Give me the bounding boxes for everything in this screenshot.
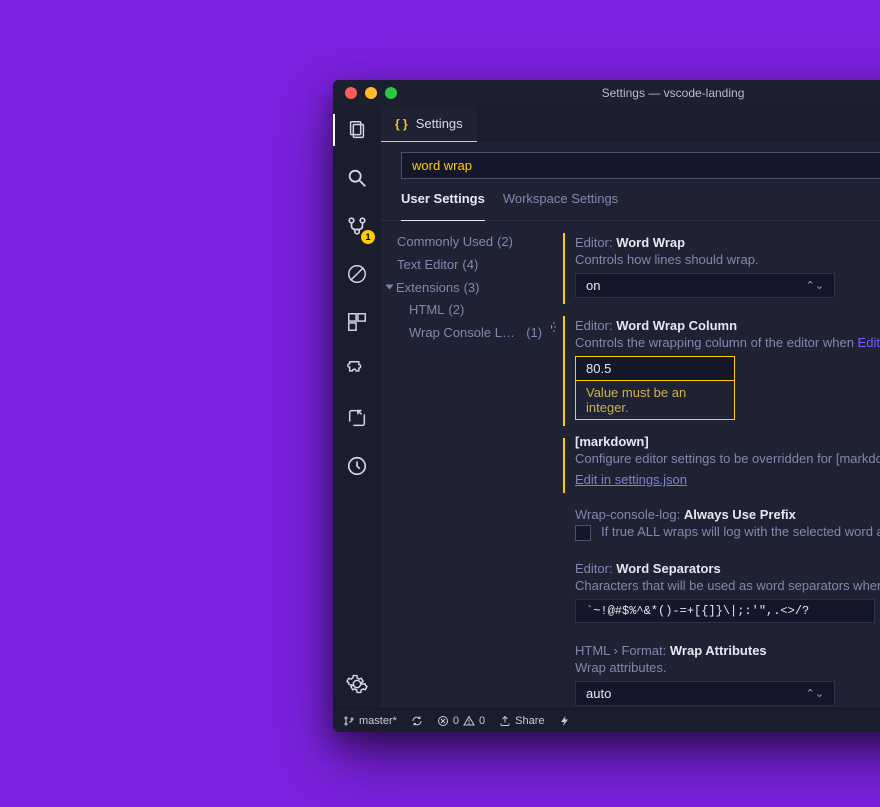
chevron-updown-icon: ⌃⌄ — [806, 279, 824, 292]
toc-item[interactable]: HTML(2) — [397, 299, 543, 322]
source-control-icon[interactable]: 1 — [343, 212, 371, 240]
setting-editor-word-wrap-column: Editor: Word Wrap Column Controls the wr… — [557, 310, 880, 432]
settings-editor: User Settings Workspace Settings Commonl… — [381, 142, 880, 708]
validation-message: Value must be an integer. — [575, 381, 735, 420]
scope-tabs: User Settings Workspace Settings — [381, 179, 880, 221]
minimize-window-button[interactable] — [365, 87, 377, 99]
word-wrap-select[interactable]: on ⌃⌄ — [575, 273, 835, 298]
toc-item[interactable]: Wrap Console L… (1) — [397, 322, 543, 345]
maximize-window-button[interactable] — [385, 87, 397, 99]
word-separators-input[interactable]: `~!@#$%^&*()-=+[{]}\|;:'",.<>/? — [575, 599, 875, 623]
tab-settings[interactable]: { } Settings — [381, 106, 477, 142]
status-bolt-icon[interactable] — [559, 715, 571, 727]
settings-toc: Commonly Used(2) Text Editor(4) Extensio… — [381, 221, 551, 708]
tab-label: Settings — [416, 116, 463, 131]
settings-split: Commonly Used(2) Text Editor(4) Extensio… — [381, 221, 880, 708]
live-share-icon[interactable] — [343, 404, 371, 432]
clock-icon[interactable] — [343, 452, 371, 480]
edit-in-settings-json-link[interactable]: Edit in settings.json — [575, 472, 687, 487]
scm-badge: 1 — [361, 230, 375, 244]
chevron-updown-icon: ⌃⌄ — [806, 687, 824, 700]
scope-workspace-tab[interactable]: Workspace Settings — [503, 191, 618, 212]
main-area: 1 { } — [333, 106, 880, 708]
puzzle-icon[interactable] — [343, 356, 371, 384]
word-wrap-column-input[interactable]: 80.5 — [575, 356, 735, 381]
debug-icon[interactable] — [343, 260, 371, 288]
chevron-down-icon — [386, 284, 394, 289]
wrap-attributes-select[interactable]: auto ⌃⌄ — [575, 681, 835, 706]
setting-editor-word-wrap: Editor: Word Wrap Controls how lines sho… — [557, 227, 880, 310]
braces-icon: { } — [395, 117, 408, 131]
toc-item[interactable]: Text Editor(4) — [397, 254, 543, 277]
settings-list[interactable]: Editor: Word Wrap Controls how lines sho… — [551, 221, 880, 708]
setting-html-format-wrap-attributes: HTML › Format: Wrap Attributes Wrap attr… — [557, 635, 880, 708]
search-icon[interactable] — [343, 164, 371, 192]
explorer-icon[interactable] — [343, 116, 371, 144]
tab-bar: { } Settings — [381, 106, 880, 142]
toc-item[interactable]: Extensions(3) — [387, 277, 543, 300]
extensions-icon[interactable] — [343, 308, 371, 336]
window-title: Settings — vscode-landing — [602, 86, 745, 100]
status-bar: master* 0 0 Share — [333, 708, 880, 732]
editor-area: { } Settings User Settings Workspace Set… — [381, 106, 880, 708]
setting-markdown-override: [markdown] Configure editor settings to … — [557, 432, 880, 499]
setting-editor-word-separators: Editor: Word Separators Characters that … — [557, 553, 880, 635]
status-branch[interactable]: master* — [343, 715, 397, 727]
status-sync[interactable] — [411, 715, 423, 727]
activity-bar: 1 — [333, 106, 381, 708]
status-problems[interactable]: 0 0 — [437, 715, 485, 727]
setting-wrap-console-log-prefix: Wrap-console-log: Always Use Prefix If t… — [557, 499, 880, 553]
close-window-button[interactable] — [345, 87, 357, 99]
scope-user-tab[interactable]: User Settings — [401, 191, 485, 221]
always-use-prefix-checkbox[interactable] — [575, 525, 591, 541]
setting-description: If true ALL wraps will log with the sele… — [601, 524, 880, 539]
status-share[interactable]: Share — [499, 715, 544, 727]
gear-icon[interactable] — [551, 320, 557, 337]
settings-search-input[interactable] — [401, 152, 880, 179]
settings-gear-icon[interactable] — [343, 670, 371, 698]
titlebar: Settings — vscode-landing — [333, 80, 880, 106]
toc-item[interactable]: Commonly Used(2) — [397, 231, 543, 254]
app-window: Settings — vscode-landing 1 — [333, 80, 880, 732]
window-controls — [345, 87, 397, 99]
